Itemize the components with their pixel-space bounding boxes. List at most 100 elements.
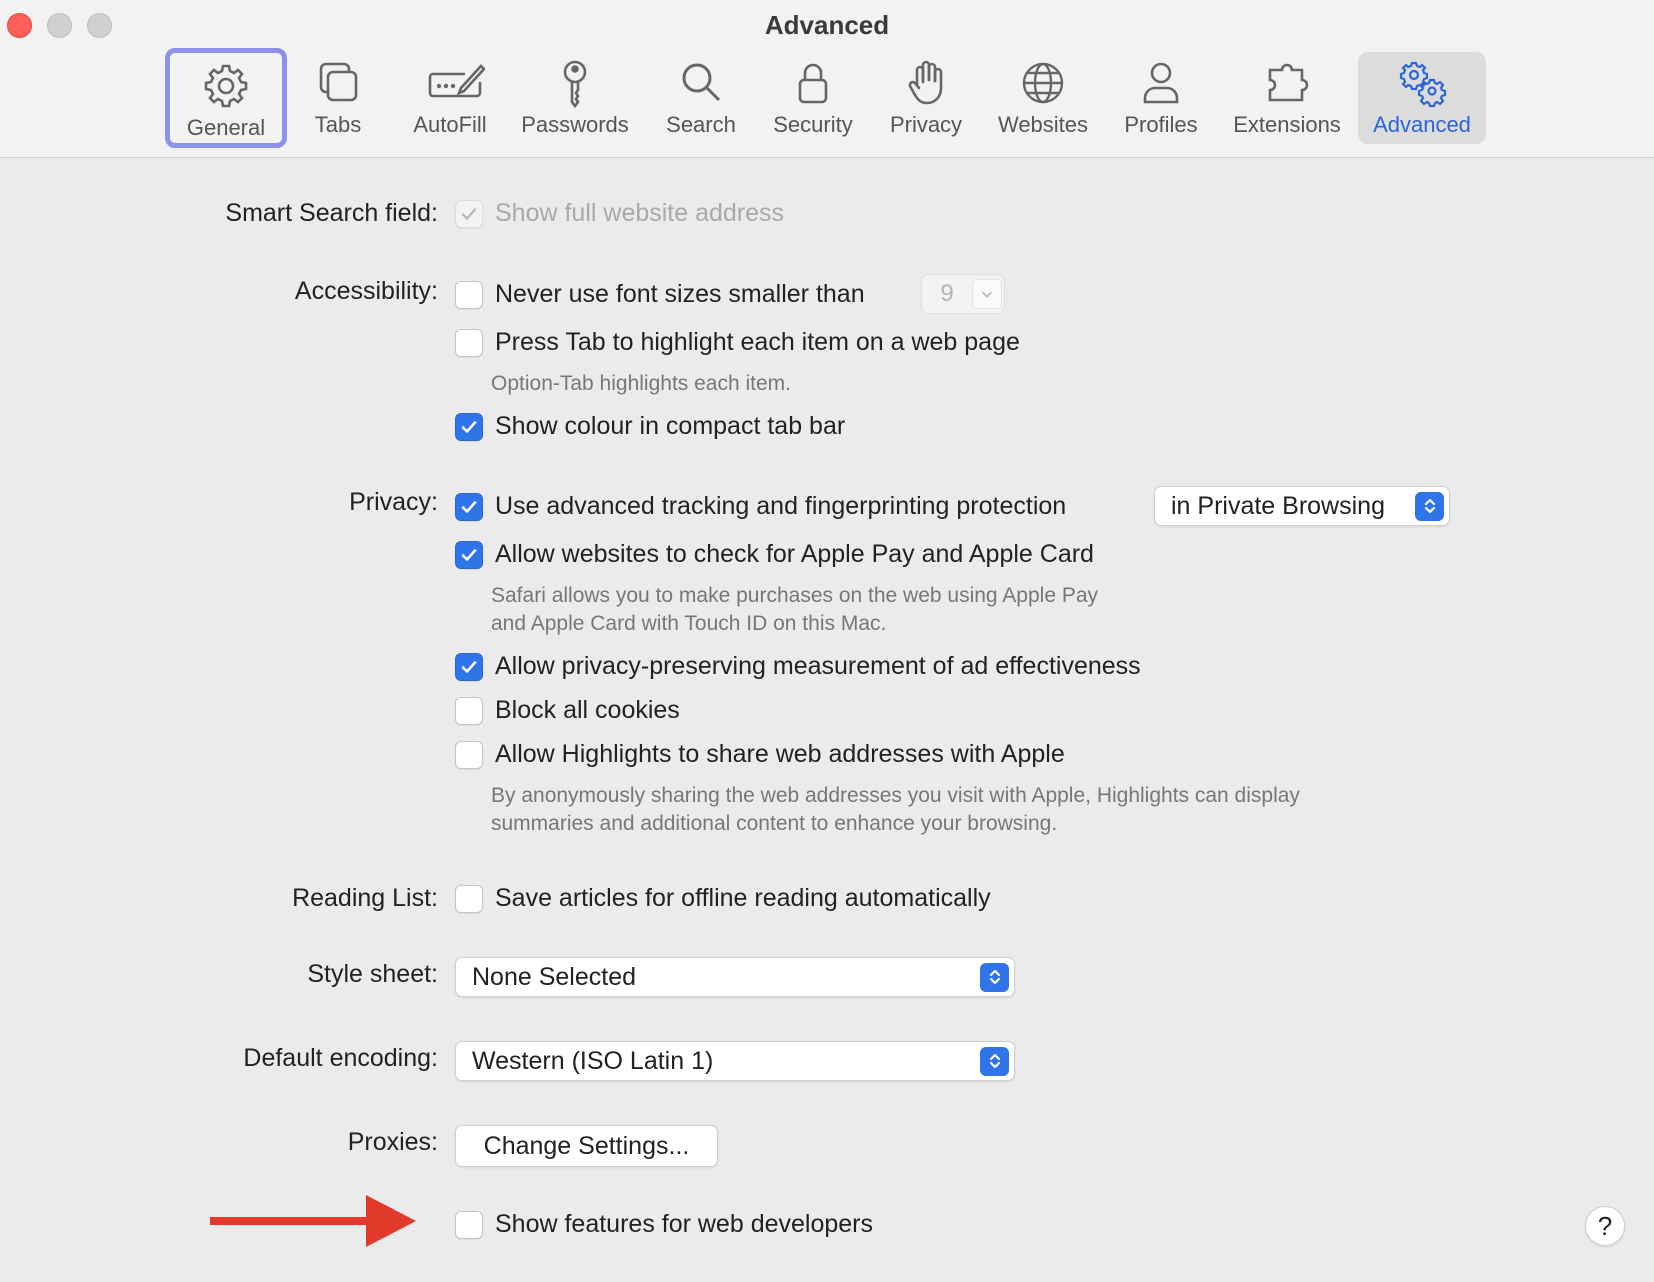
- tab-label: General: [186, 115, 266, 140]
- press-tab-checkbox[interactable]: [455, 328, 483, 357]
- tab-label: Advanced: [1373, 112, 1471, 137]
- tab-search[interactable]: Search: [658, 52, 744, 144]
- style-sheet-popup[interactable]: None Selected: [455, 957, 1015, 997]
- tab-label: Search: [666, 112, 736, 137]
- arrow-icon: [210, 1195, 416, 1247]
- tracking-protection-checkbox[interactable]: [455, 492, 483, 521]
- gears-icon: [1397, 58, 1447, 108]
- default-encoding-label: Default encoding:: [243, 1044, 438, 1072]
- key-icon: [550, 58, 600, 109]
- tracking-protection-row: Use advanced tracking and fingerprinting…: [455, 492, 1066, 521]
- show-full-address-checkbox[interactable]: [455, 199, 483, 228]
- min-font-size-label: Never use font sizes smaller than: [495, 280, 865, 308]
- press-tab-label: Press Tab to highlight each item on a we…: [495, 328, 1020, 356]
- tab-label: Websites: [997, 112, 1089, 137]
- tab-label: Extensions: [1233, 112, 1341, 137]
- tracking-scope-popup[interactable]: in Private Browsing: [1154, 486, 1450, 526]
- offline-reading-checkbox[interactable]: [455, 884, 483, 913]
- tab-label: Passwords: [521, 112, 629, 137]
- apple-pay-note-line-2: and Apple Card with Touch ID on this Mac…: [491, 612, 887, 635]
- tracking-scope-value: in Private Browsing: [1171, 491, 1385, 520]
- highlights-label: Allow Highlights to share web addresses …: [495, 740, 1065, 768]
- change-settings-button[interactable]: Change Settings...: [455, 1125, 718, 1167]
- person-icon: [1136, 58, 1186, 108]
- puzzle-icon: [1262, 58, 1312, 108]
- tab-passwords[interactable]: Passwords: [514, 52, 636, 144]
- proxies-label: Proxies:: [347, 1128, 438, 1156]
- smart-search-label: Smart Search field:: [225, 199, 438, 227]
- tab-advanced[interactable]: Advanced: [1358, 52, 1486, 144]
- autofill-icon: [425, 58, 486, 108]
- block-cookies-label: Block all cookies: [495, 696, 680, 724]
- tab-extensions[interactable]: Extensions: [1228, 52, 1346, 144]
- checkmark-icon: [461, 420, 477, 433]
- press-tab-row: Press Tab to highlight each item on a we…: [455, 328, 1020, 357]
- ad-measurement-label: Allow privacy-preserving measurement of …: [495, 652, 1141, 680]
- web-developers-checkbox[interactable]: [455, 1210, 483, 1239]
- apple-pay-note-line-1: Safari allows you to make purchases on t…: [491, 584, 1099, 607]
- min-font-size-checkbox[interactable]: [455, 280, 483, 309]
- style-sheet-label: Style sheet:: [307, 960, 438, 988]
- show-colour-label: Show colour in compact tab bar: [495, 412, 846, 440]
- tab-label: Profiles: [1124, 112, 1198, 137]
- tab-profiles[interactable]: Profiles: [1116, 52, 1206, 144]
- block-cookies-row: Block all cookies: [455, 696, 680, 725]
- tab-general[interactable]: General: [165, 48, 287, 148]
- show-colour-row: Show colour in compact tab bar: [455, 412, 845, 441]
- web-developers-label: Show features for web developers: [495, 1210, 873, 1238]
- apple-pay-checkbox[interactable]: [455, 540, 483, 569]
- tab-websites[interactable]: Websites: [992, 52, 1094, 144]
- offline-reading-label: Save articles for offline reading automa…: [495, 884, 991, 912]
- checkmark-icon: [461, 207, 477, 220]
- show-colour-checkbox[interactable]: [455, 412, 483, 441]
- gear-icon: [201, 61, 251, 111]
- tab-label: AutoFill: [413, 112, 487, 137]
- font-size-value: 9: [940, 280, 954, 307]
- window-title: Advanced: [764, 10, 890, 40]
- accessibility-label: Accessibility:: [294, 277, 438, 305]
- apple-pay-row: Allow websites to check for Apple Pay an…: [455, 540, 1094, 569]
- show-full-address-label: Show full website address: [495, 199, 785, 227]
- web-developers-row: Show features for web developers: [455, 1210, 873, 1239]
- tab-tabs[interactable]: Tabs: [298, 52, 378, 144]
- tab-privacy[interactable]: Privacy: [884, 52, 968, 144]
- highlights-row: Allow Highlights to share web addresses …: [455, 740, 1065, 769]
- tab-autofill[interactable]: AutoFill: [404, 52, 496, 144]
- highlights-note-line-2: summaries and additional content to enha…: [491, 812, 1058, 835]
- hand-icon: [901, 58, 951, 108]
- help-button[interactable]: ?: [1585, 1206, 1625, 1246]
- chevron-down-icon: [972, 279, 1002, 309]
- show-full-address-row: Show full website address: [455, 199, 784, 228]
- tab-security[interactable]: Security: [766, 52, 860, 144]
- reading-list-label: Reading List:: [292, 884, 438, 912]
- checkmark-icon: [461, 500, 477, 513]
- highlights-checkbox[interactable]: [455, 740, 483, 769]
- up-down-arrows-icon: [1415, 491, 1444, 521]
- tab-label: Tabs: [314, 112, 362, 137]
- highlights-note-line-1: By anonymously sharing the web addresses…: [491, 784, 1300, 807]
- checkmark-icon: [461, 548, 477, 561]
- tab-label: Privacy: [889, 112, 963, 137]
- block-cookies-checkbox[interactable]: [455, 696, 483, 725]
- tracking-protection-label: Use advanced tracking and fingerprinting…: [495, 492, 1067, 520]
- globe-icon: [1018, 58, 1068, 108]
- press-tab-note: Option-Tab highlights each item.: [491, 372, 791, 395]
- font-size-select[interactable]: 9: [921, 274, 1005, 314]
- checkmark-icon: [461, 660, 477, 673]
- offline-reading-row: Save articles for offline reading automa…: [455, 884, 991, 913]
- up-down-arrows-icon: [980, 962, 1009, 992]
- apple-pay-label: Allow websites to check for Apple Pay an…: [495, 540, 1094, 568]
- default-encoding-popup[interactable]: Western (ISO Latin 1): [455, 1041, 1015, 1081]
- toolbar: Advanced General Tabs AutoFill Passwords…: [0, 0, 1654, 158]
- ad-measurement-checkbox[interactable]: [455, 652, 483, 681]
- ad-measurement-row: Allow privacy-preserving measurement of …: [455, 652, 1141, 681]
- up-down-arrows-icon: [980, 1046, 1009, 1076]
- lock-icon: [788, 58, 838, 108]
- min-font-size-row: Never use font sizes smaller than: [455, 280, 865, 309]
- search-icon: [676, 58, 726, 108]
- privacy-label: Privacy:: [349, 488, 438, 516]
- style-sheet-value: None Selected: [472, 962, 637, 991]
- settings-window: Advanced General Tabs AutoFill Passwords…: [0, 0, 1654, 1282]
- tabs-icon: [313, 58, 363, 108]
- tab-label: Security: [773, 112, 853, 137]
